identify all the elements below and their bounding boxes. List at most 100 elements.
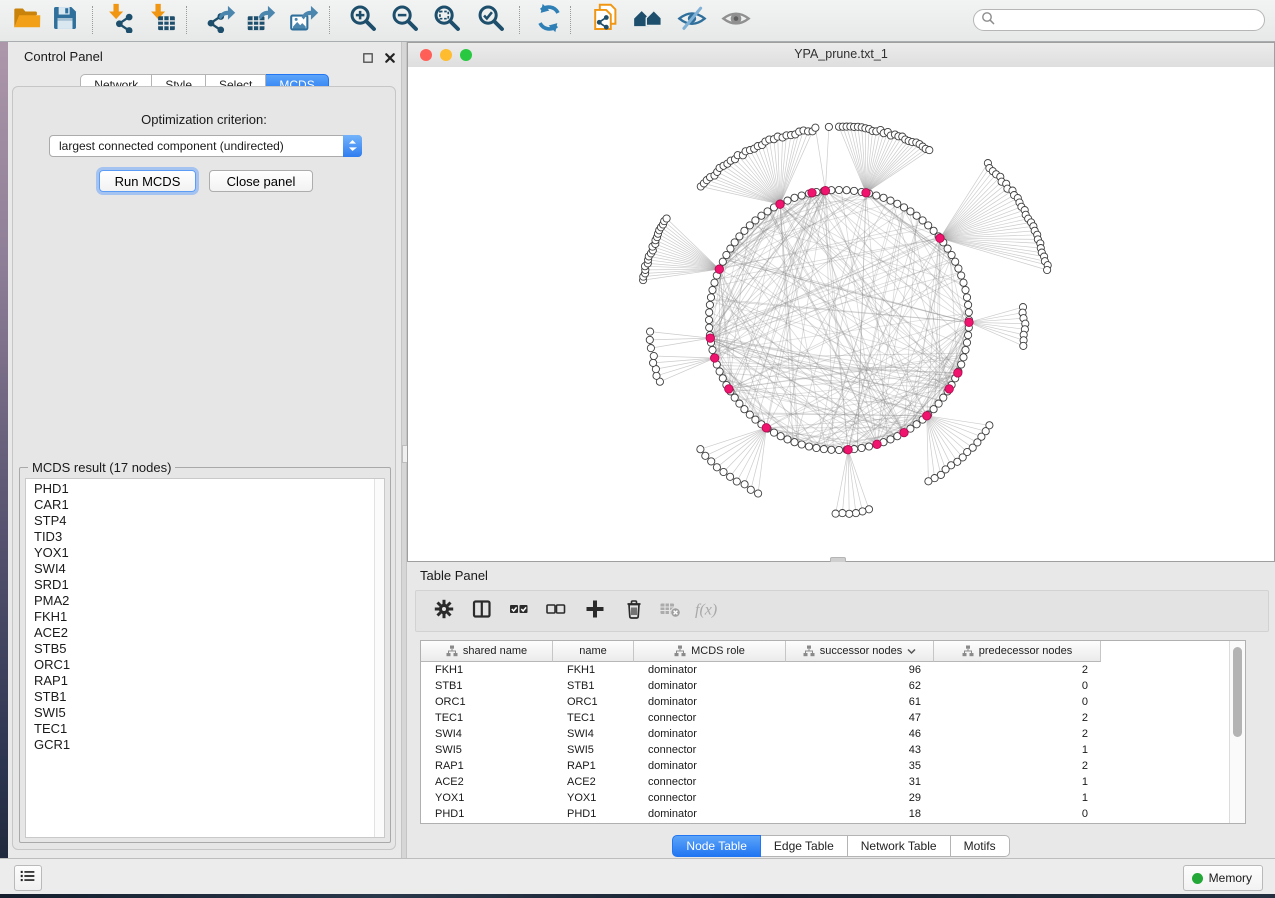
cell-successor_nodes[interactable]: 47 [786,712,934,724]
cell-name[interactable]: YOX1 [553,792,634,804]
tab-network-table[interactable]: Network Table [848,835,951,857]
mcds-result-node[interactable]: TID3 [26,529,375,545]
select-all-rows-button[interactable] [507,599,531,623]
import-network-from-file-button[interactable] [104,5,134,35]
cell-shared_name[interactable]: FKH1 [421,664,553,676]
cell-predecessor_nodes[interactable]: 1 [934,792,1101,804]
export-network-button[interactable] [206,5,236,35]
create-new-column-button[interactable] [583,599,607,623]
cell-successor_nodes[interactable]: 96 [786,664,934,676]
zoom-fit-content-button[interactable] [432,5,462,35]
cell-mcds_role[interactable]: dominator [634,728,786,740]
cell-predecessor_nodes[interactable]: 2 [934,664,1101,676]
table-row-SWI4[interactable]: SWI4SWI4dominator462 [421,726,1230,742]
mcds-result-node[interactable]: YOX1 [26,545,375,561]
cell-name[interactable]: ACE2 [553,776,634,788]
cell-name[interactable]: SWI4 [553,728,634,740]
mcds-result-node[interactable]: SRD1 [26,577,375,593]
show-columns-button[interactable] [470,599,494,623]
tab-edge-table[interactable]: Edge Table [761,835,848,857]
cell-predecessor_nodes[interactable]: 1 [934,776,1101,788]
cell-successor_nodes[interactable]: 62 [786,680,934,692]
cell-shared_name[interactable]: ACE2 [421,776,553,788]
cell-name[interactable]: TEC1 [553,712,634,724]
zoom-out-button[interactable] [390,5,420,35]
cell-name[interactable]: RAP1 [553,760,634,772]
cell-shared_name[interactable]: RAP1 [421,760,553,772]
cell-predecessor_nodes[interactable]: 0 [934,680,1101,692]
cell-predecessor_nodes[interactable]: 2 [934,760,1101,772]
cell-mcds_role[interactable]: connector [634,776,786,788]
column-header-predecessor-nodes[interactable]: predecessor nodes [934,641,1101,662]
mcds-result-node[interactable]: CAR1 [26,497,375,513]
table-row-YOX1[interactable]: YOX1YOX1connector291 [421,790,1230,806]
cell-shared_name[interactable]: SWI4 [421,728,553,740]
cell-successor_nodes[interactable]: 43 [786,744,934,756]
tab-motifs[interactable]: Motifs [951,835,1010,857]
mcds-result-node[interactable]: ORC1 [26,657,375,673]
mcds-result-node[interactable]: ACE2 [26,625,375,641]
cell-successor_nodes[interactable]: 61 [786,696,934,708]
export-image-button[interactable] [289,5,319,35]
cell-mcds_role[interactable]: dominator [634,808,786,820]
column-header-successor-nodes[interactable]: successor nodes [786,641,934,662]
cell-name[interactable]: PHD1 [553,808,634,820]
task-history-button[interactable] [14,865,42,891]
mcds-result-node[interactable]: SWI4 [26,561,375,577]
first-neighbors-of-selected-button[interactable] [633,5,663,35]
cell-name[interactable]: ORC1 [553,696,634,708]
mcds-result-node[interactable]: SWI5 [26,705,375,721]
close-panel-icon[interactable] [382,50,397,65]
apply-preferred-layout-button[interactable] [534,5,564,35]
network-canvas[interactable] [408,67,1274,561]
mcds-result-node[interactable]: GCR1 [26,737,375,753]
cell-successor_nodes[interactable]: 46 [786,728,934,740]
new-network-from-selection-button[interactable] [590,5,620,35]
mcds-list-scrollbar[interactable] [374,479,384,837]
table-row-SWI5[interactable]: SWI5SWI5connector431 [421,742,1230,758]
mcds-result-node[interactable]: TEC1 [26,721,375,737]
float-panel-icon[interactable] [360,50,375,65]
table-row-TEC1[interactable]: TEC1TEC1connector472 [421,710,1230,726]
mcds-result-node[interactable]: PMA2 [26,593,375,609]
import-table-from-file-button[interactable] [146,5,176,35]
table-scrollbar[interactable] [1229,641,1245,823]
mcds-result-node[interactable]: FKH1 [26,609,375,625]
mcds-result-list[interactable]: PHD1CAR1STP4TID3YOX1SWI4SRD1PMA2FKH1ACE2… [25,478,385,838]
table-row-FKH1[interactable]: FKH1FKH1dominator962 [421,662,1230,678]
export-table-button[interactable] [246,5,276,35]
optimization-criterion-select[interactable]: largest connected component (undirected) [49,135,362,157]
cell-mcds_role[interactable]: dominator [634,696,786,708]
mcds-result-node[interactable]: PHD1 [26,481,375,497]
cell-name[interactable]: STB1 [553,680,634,692]
deselect-all-rows-button[interactable] [544,599,568,623]
open-session-button[interactable] [12,5,42,35]
table-row-ACE2[interactable]: ACE2ACE2connector311 [421,774,1230,790]
cell-mcds_role[interactable]: connector [634,792,786,804]
network-graph[interactable] [408,67,1274,561]
mcds-result-node[interactable]: RAP1 [26,673,375,689]
cell-successor_nodes[interactable]: 35 [786,760,934,772]
mcds-result-node[interactable]: STP4 [26,513,375,529]
show-all-button[interactable] [721,5,751,35]
column-header-MCDS-role[interactable]: MCDS role [634,641,786,662]
cell-name[interactable]: SWI5 [553,744,634,756]
cell-successor_nodes[interactable]: 18 [786,808,934,820]
run-mcds-button[interactable]: Run MCDS [99,170,196,192]
tab-node-table[interactable]: Node Table [672,835,761,857]
cell-mcds_role[interactable]: connector [634,712,786,724]
table-row-RAP1[interactable]: RAP1RAP1dominator352 [421,758,1230,774]
table-mode-button[interactable] [432,599,456,623]
table-row-STB1[interactable]: STB1STB1dominator620 [421,678,1230,694]
cell-mcds_role[interactable]: dominator [634,760,786,772]
cell-shared_name[interactable]: PHD1 [421,808,553,820]
cell-predecessor_nodes[interactable]: 2 [934,712,1101,724]
cell-predecessor_nodes[interactable]: 2 [934,728,1101,740]
cell-mcds_role[interactable]: dominator [634,680,786,692]
cell-shared_name[interactable]: TEC1 [421,712,553,724]
cell-name[interactable]: FKH1 [553,664,634,676]
network-window-titlebar[interactable]: YPA_prune.txt_1 [408,43,1274,68]
table-row-PHD1[interactable]: PHD1PHD1dominator180 [421,806,1230,822]
cell-mcds_role[interactable]: dominator [634,664,786,676]
table-row-ORC1[interactable]: ORC1ORC1dominator610 [421,694,1230,710]
